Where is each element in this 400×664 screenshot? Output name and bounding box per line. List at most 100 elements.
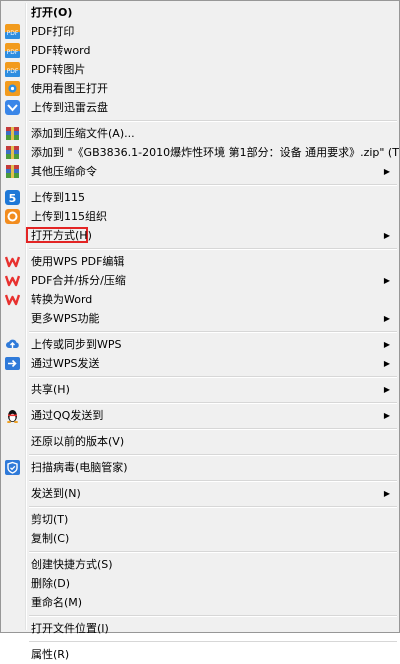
menu-item-properties[interactable]: 属性(R) <box>1 645 399 664</box>
image-viewer-icon <box>5 81 20 96</box>
menu-item-label: 剪切(T) <box>31 513 69 526</box>
menu-item-label: 上传到115组织 <box>31 210 107 223</box>
menu-separator <box>1 245 399 252</box>
submenu-arrow-icon: ▶ <box>383 411 390 420</box>
menu-item-label: 重命名(M) <box>31 596 83 609</box>
menu-item-add-archive[interactable]: 添加到压缩文件(A)... <box>1 124 399 143</box>
svg-text:PDF: PDF <box>7 30 19 37</box>
menu-item-label: 添加到 "《GB3836.1-2010爆炸性环境 第1部分：设备 通用要求》.z… <box>31 146 400 159</box>
menu-item-rename[interactable]: 重命名(M) <box>1 593 399 612</box>
menu-separator <box>1 328 399 335</box>
menu-item-label: PDF合并/拆分/压缩 <box>31 274 126 287</box>
pdf-app-icon: PDF <box>5 24 20 39</box>
svg-text:PDF: PDF <box>7 68 19 75</box>
menu-item-pdf-merge-split[interactable]: PDF合并/拆分/压缩 ▶ <box>1 271 399 290</box>
drive-115-icon: 5 <box>5 190 20 205</box>
menu-item-send-to[interactable]: 发送到(N) ▶ <box>1 484 399 503</box>
menu-item-send-qq[interactable]: 通过QQ发送到 ▶ <box>1 406 399 425</box>
menu-item-upload-115[interactable]: 5 上传到115 <box>1 188 399 207</box>
menu-item-pdf-print[interactable]: PDF PDF打印 <box>1 22 399 41</box>
menu-item-label: 还原以前的版本(V) <box>31 435 125 448</box>
menu-item-label: 其他压缩命令 <box>31 165 97 178</box>
menu-separator <box>1 181 399 188</box>
menu-item-label: 属性(R) <box>31 648 70 661</box>
menu-item-label: 复制(C) <box>31 532 70 545</box>
submenu-arrow-icon: ▶ <box>383 385 390 394</box>
menu-separator <box>1 399 399 406</box>
menu-item-open-location[interactable]: 打开文件位置(I) <box>1 619 399 638</box>
menu-item-label: 上传到迅雷云盘 <box>31 101 108 114</box>
menu-item-open-with-viewer[interactable]: 使用看图王打开 <box>1 79 399 98</box>
menu-item-convert-word[interactable]: 转换为Word <box>1 290 399 309</box>
menu-item-label: 添加到压缩文件(A)... <box>31 127 135 140</box>
menu-item-scan-virus[interactable]: 扫描病毒(电脑管家) <box>1 458 399 477</box>
shield-icon <box>5 460 20 475</box>
drive-115-group-icon <box>5 209 20 224</box>
menu-item-open[interactable]: 打开(O) <box>1 3 399 22</box>
menu-item-label: 通过WPS发送 <box>31 357 100 370</box>
submenu-arrow-icon: ▶ <box>383 276 390 285</box>
menu-item-label: 创建快捷方式(S) <box>31 558 113 571</box>
menu-separator <box>1 451 399 458</box>
menu-item-other-compress[interactable]: 其他压缩命令 ▶ <box>1 162 399 181</box>
send-icon <box>5 356 20 371</box>
pdf-app-icon: PDF <box>5 43 20 58</box>
menu-item-label: PDF打印 <box>31 25 75 38</box>
menu-separator <box>1 548 399 555</box>
menu-item-restore-previous[interactable]: 还原以前的版本(V) <box>1 432 399 451</box>
menu-item-label: 删除(D) <box>31 577 71 590</box>
archive-icon <box>5 126 20 141</box>
menu-item-label: 发送到(N) <box>31 487 81 500</box>
submenu-arrow-icon: ▶ <box>383 340 390 349</box>
submenu-arrow-icon: ▶ <box>383 359 390 368</box>
menu-item-label: 使用WPS PDF编辑 <box>31 255 125 268</box>
menu-item-label: 上传到115 <box>31 191 85 204</box>
menu-separator <box>1 612 399 619</box>
menu-item-copy[interactable]: 复制(C) <box>1 529 399 548</box>
wps-icon <box>5 273 20 288</box>
menu-item-label: 共享(H) <box>31 383 70 396</box>
menu-item-upload-115-group[interactable]: 上传到115组织 <box>1 207 399 226</box>
submenu-arrow-icon: ▶ <box>383 231 390 240</box>
menu-item-label: 更多WPS功能 <box>31 312 100 325</box>
pdf-app-icon: PDF <box>5 62 20 77</box>
menu-separator <box>1 638 399 645</box>
menu-item-label: 转换为Word <box>31 293 93 306</box>
submenu-arrow-icon: ▶ <box>383 489 390 498</box>
menu-item-add-named-archive[interactable]: 添加到 "《GB3836.1-2010爆炸性环境 第1部分：设备 通用要求》.z… <box>1 143 400 162</box>
menu-item-label: 使用看图王打开 <box>31 82 108 95</box>
menu-separator <box>1 117 399 124</box>
menu-item-delete[interactable]: 删除(D) <box>1 574 399 593</box>
svg-text:PDF: PDF <box>7 49 19 56</box>
menu-item-more-wps[interactable]: 更多WPS功能 ▶ <box>1 309 399 328</box>
menu-item-label: 打开文件位置(I) <box>31 622 109 635</box>
archive-icon <box>5 164 20 179</box>
wps-icon <box>5 292 20 307</box>
menu-separator <box>1 373 399 380</box>
menu-item-label: 打开方式(H) <box>31 229 92 242</box>
cloud-drive-icon <box>5 100 20 115</box>
menu-item-pdf-to-word[interactable]: PDF PDF转word <box>1 41 399 60</box>
menu-item-pdf-to-image[interactable]: PDF PDF转图片 <box>1 60 399 79</box>
menu-item-wps-pdf-edit[interactable]: 使用WPS PDF编辑 <box>1 252 399 271</box>
menu-item-send-via-wps[interactable]: 通过WPS发送 ▶ <box>1 354 399 373</box>
qq-penguin-icon <box>5 408 20 423</box>
menu-item-create-shortcut[interactable]: 创建快捷方式(S) <box>1 555 399 574</box>
menu-item-label: 上传或同步到WPS <box>31 338 122 351</box>
cloud-upload-icon <box>5 337 20 352</box>
menu-item-upload-sync-wps[interactable]: 上传或同步到WPS ▶ <box>1 335 399 354</box>
menu-separator <box>1 477 399 484</box>
submenu-arrow-icon: ▶ <box>383 167 390 176</box>
archive-icon <box>5 145 20 160</box>
menu-item-cut[interactable]: 剪切(T) <box>1 510 399 529</box>
menu-item-upload-xunlei[interactable]: 上传到迅雷云盘 <box>1 98 399 117</box>
menu-item-label: PDF转word <box>31 44 91 57</box>
submenu-arrow-icon: ▶ <box>383 314 390 323</box>
wps-icon <box>5 254 20 269</box>
menu-item-share[interactable]: 共享(H) ▶ <box>1 380 399 399</box>
menu-item-open-with[interactable]: 打开方式(H) ▶ <box>1 226 399 245</box>
menu-item-label: 打开(O) <box>31 6 73 19</box>
menu-item-label: PDF转图片 <box>31 63 86 76</box>
menu-item-label: 扫描病毒(电脑管家) <box>31 461 128 474</box>
menu-separator <box>1 425 399 432</box>
